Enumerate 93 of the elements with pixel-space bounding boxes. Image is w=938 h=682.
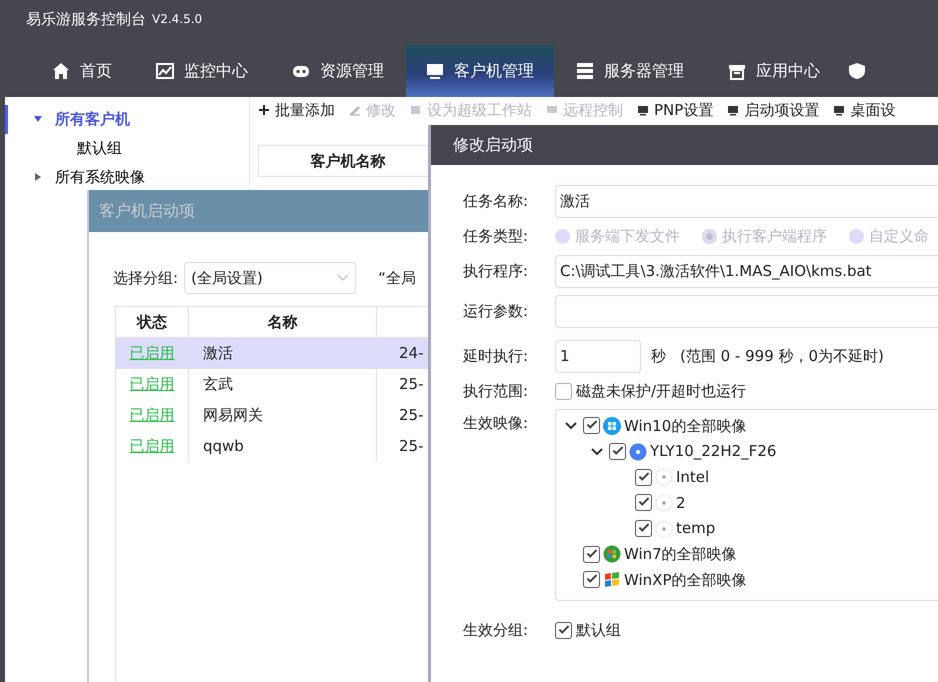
field-label: 执行范围: xyxy=(463,381,530,402)
flag-icon xyxy=(603,570,621,589)
sidebar-item[interactable]: 默认组 xyxy=(5,134,249,163)
dialog-title: 修改启动项 xyxy=(431,125,938,165)
input-field[interactable]: 激活 xyxy=(555,185,938,218)
monitor-icon xyxy=(833,104,846,116)
shield-icon[interactable] xyxy=(848,62,866,80)
table-cell-text: qqwb xyxy=(203,436,244,458)
table-row[interactable]: 已启用 玄武 25- xyxy=(116,369,432,400)
radio-label: 服务端下发文件 xyxy=(575,226,680,248)
radio-button[interactable] xyxy=(555,229,570,244)
table-cell-text: 24- xyxy=(398,343,424,364)
dot-icon xyxy=(655,468,673,486)
pencil-icon xyxy=(349,104,361,116)
radio-label: 自定义命 xyxy=(869,226,929,248)
input-field[interactable] xyxy=(555,295,938,328)
checkbox[interactable] xyxy=(583,571,600,588)
chevron-down-icon[interactable] xyxy=(565,422,577,430)
window-title: 易乐游服务控制台 xyxy=(26,8,146,30)
checkbox[interactable] xyxy=(555,622,572,639)
table-cell-text: 25- xyxy=(398,374,424,396)
tree-item-label: temp xyxy=(676,518,716,540)
monitor-icon xyxy=(727,104,740,116)
checkbox[interactable] xyxy=(635,494,652,512)
tree-item-label: YLY10_22H2_F26 xyxy=(650,441,776,462)
table-cell-text: 网易网关 xyxy=(203,405,263,426)
toolbar-button[interactable]: PNP设置 xyxy=(637,98,714,122)
column-header: 状态 xyxy=(116,307,189,337)
group-select[interactable]: (全局设置) xyxy=(184,262,356,294)
checkbox[interactable] xyxy=(583,546,600,563)
globe-icon xyxy=(603,545,621,564)
nav-tab[interactable]: 应用中心 xyxy=(706,45,842,97)
table-cell-text: 25- xyxy=(398,405,424,426)
radio-button[interactable] xyxy=(702,229,717,244)
tree-item-label: WinXP的全部映像 xyxy=(624,570,746,591)
tree-item-label: Win10的全部映像 xyxy=(624,416,746,437)
chart-icon xyxy=(156,62,174,80)
nav-tab[interactable]: 客户机管理 xyxy=(406,45,554,97)
windows-logo-icon xyxy=(603,416,621,435)
table-cell-text: 玄武 xyxy=(203,374,233,396)
toolbar-button[interactable]: 启动项设置 xyxy=(727,98,820,122)
field-label: 生效分组: xyxy=(463,620,530,642)
dot-icon xyxy=(655,520,673,538)
nav-tab[interactable]: 首页 xyxy=(30,45,134,97)
tree-item-label: 2 xyxy=(676,492,686,514)
server-icon xyxy=(576,62,594,80)
field-label: 运行参数: xyxy=(463,301,530,322)
column-header: 名称 xyxy=(189,307,377,337)
radio-label: 执行客户端程序 xyxy=(722,226,827,248)
chevron-down-icon xyxy=(337,274,350,282)
plus-icon xyxy=(258,104,270,116)
toolbar-button[interactable]: 批量添加 xyxy=(258,98,335,122)
caret-right-icon xyxy=(33,172,43,182)
toolbar-button[interactable]: 桌面设 xyxy=(833,98,896,122)
checkbox[interactable] xyxy=(555,383,572,400)
disc-icon xyxy=(629,442,647,461)
field-label: 任务名称: xyxy=(463,191,530,212)
nav-tab[interactable]: 服务器管理 xyxy=(554,45,706,97)
chevron-down-icon[interactable] xyxy=(591,448,603,456)
table-row[interactable]: 已启用 qqwb 25- xyxy=(116,431,432,462)
field-label: 生效映像: xyxy=(463,413,530,434)
field-label: 执行程序: xyxy=(463,261,530,282)
caret-down-icon xyxy=(33,114,43,124)
checkbox-label: 默认组 xyxy=(576,620,621,642)
box-icon xyxy=(728,62,746,80)
hint-text: (范围 0 - 999 秒，0为不延时) xyxy=(680,346,884,368)
version-label: V2.4.5.0 xyxy=(152,11,202,28)
checkbox-label: 磁盘未保护/开超时也运行 xyxy=(576,381,746,402)
field-label: 选择分组: xyxy=(113,268,178,289)
input-field[interactable]: C:\调试工具\3.激活软件\1.MAS_AIO\kms.bat xyxy=(555,255,938,288)
sidebar-item[interactable]: 所有系统映像 xyxy=(5,163,249,192)
dot-icon xyxy=(655,494,673,512)
checkbox[interactable] xyxy=(635,520,652,538)
field-label: 任务类型: xyxy=(463,226,530,248)
table-cell-text: 激活 xyxy=(203,343,233,364)
sidebar-item[interactable]: 所有客户机 xyxy=(5,105,249,134)
radio-button[interactable] xyxy=(849,229,864,244)
checkbox[interactable] xyxy=(609,443,626,460)
checkbox[interactable] xyxy=(583,417,600,434)
tree-item-label: Intel xyxy=(676,466,710,488)
monitor-icon xyxy=(426,62,444,80)
tree-item-label: Win7的全部映像 xyxy=(624,544,737,566)
table-cell-text: 25- xyxy=(398,436,424,458)
field-label: 延时执行: xyxy=(463,346,530,368)
unit-label: 秒 xyxy=(651,346,666,368)
note-text: “全局 xyxy=(378,268,416,289)
nav-tab[interactable]: 监控中心 xyxy=(134,45,270,97)
checkbox[interactable] xyxy=(635,468,652,486)
home-icon xyxy=(52,62,70,80)
nav-tab[interactable]: 资源管理 xyxy=(270,45,406,97)
table-row[interactable]: 已启用 网易网关 25- xyxy=(116,400,432,431)
input-field[interactable]: 1 xyxy=(555,340,641,373)
monitor-icon xyxy=(637,104,649,116)
